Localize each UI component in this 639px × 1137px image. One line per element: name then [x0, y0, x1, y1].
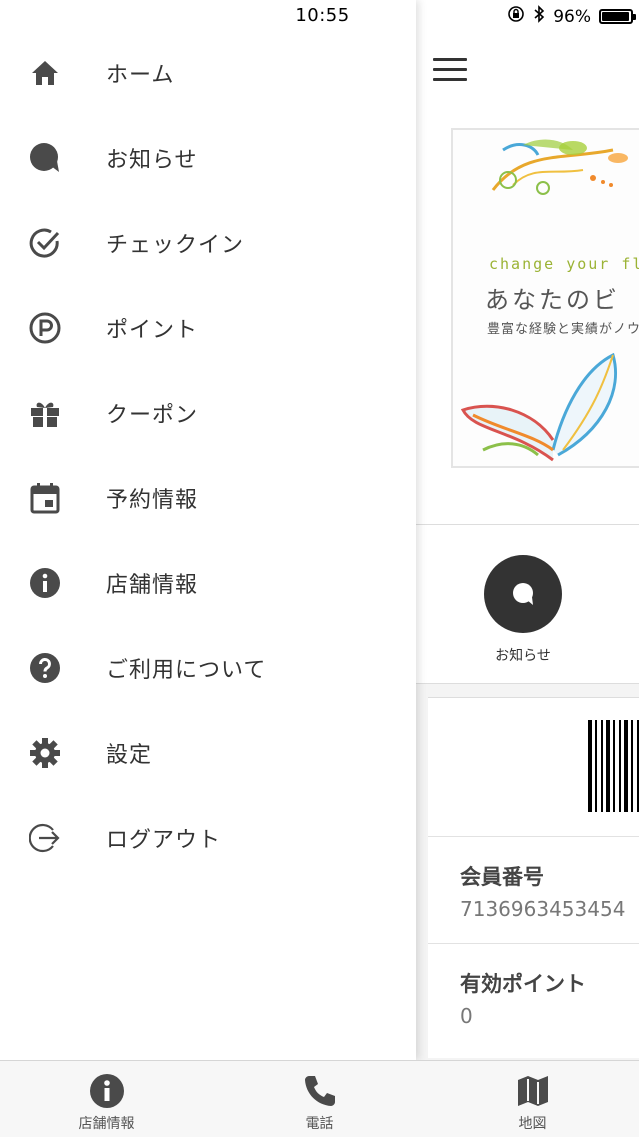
drawer-item-label: お知らせ: [106, 148, 198, 173]
points-label: 有効ポイント: [460, 972, 586, 996]
banner-subline: 豊富な経験と実績がノウ: [487, 322, 639, 337]
drawer-item-label: ご利用について: [106, 658, 267, 683]
battery-icon: [599, 9, 636, 24]
home-icon: [28, 56, 62, 90]
rotation-lock-icon: [507, 5, 525, 28]
info-icon: [89, 1073, 125, 1109]
point-p-icon: [28, 311, 62, 345]
drawer-item-label: ポイント: [106, 318, 199, 343]
tab-label: 地図: [518, 1116, 547, 1132]
drawer-item-reservation[interactable]: 予約情報: [0, 456, 416, 540]
bluetooth-icon: [533, 5, 545, 28]
drawer-item-label: 店舗情報: [106, 573, 199, 598]
help-icon: [28, 651, 62, 685]
drawer-item-points[interactable]: ポイント: [0, 286, 416, 370]
logout-icon: [28, 821, 62, 855]
promo-banner[interactable]: change your fla あなたのビ 豊富な経験と実績がノウ: [451, 128, 639, 468]
gear-icon: [28, 736, 62, 770]
navigation-drawer: ホーム お知らせ チェックイン ポイント クーポン 予約情報 店舗情報 ご利用に…: [0, 0, 416, 1060]
status-bar: 10:55 96%: [0, 0, 639, 34]
drawer-item-settings[interactable]: 設定: [0, 711, 416, 795]
gift-icon: [28, 396, 62, 430]
drawer-item-coupon[interactable]: クーポン: [0, 371, 416, 455]
check-circle-icon: [28, 226, 62, 260]
member-card: 会員番号 7136963453454 有効ポイント 0: [428, 697, 639, 1058]
map-icon: [515, 1073, 551, 1109]
drawer-item-label: ホーム: [106, 63, 175, 88]
barcode-area: [428, 698, 639, 837]
drawer-item-label: 予約情報: [106, 488, 199, 513]
quick-actions: お知らせ: [416, 525, 639, 684]
battery-percent: 96%: [553, 6, 591, 27]
drawer-item-logout[interactable]: ログアウト: [0, 796, 416, 880]
tab-store-info[interactable]: 店舗情報: [0, 1061, 213, 1137]
phone-icon: [302, 1073, 338, 1109]
quick-news-button[interactable]: [484, 555, 562, 633]
bottom-tab-bar: 店舗情報 電話 地図: [0, 1060, 639, 1137]
member-barcode: [588, 720, 639, 812]
banner-area: change your fla あなたのビ 豊富な経験と実績がノウ: [416, 110, 639, 525]
chat-bubble-icon: [28, 141, 62, 175]
points-block: 有効ポイント 0: [428, 944, 639, 1052]
drawer-item-label: ログアウト: [106, 828, 222, 853]
hamburger-menu-icon[interactable]: [433, 58, 467, 82]
drawer-item-store-info[interactable]: 店舗情報: [0, 541, 416, 625]
points-value: 0: [460, 1004, 473, 1028]
drawer-item-label: 設定: [106, 743, 153, 768]
tab-label: 電話: [305, 1116, 334, 1132]
member-number-value: 7136963453454: [460, 897, 626, 921]
chat-bubble-icon: [513, 583, 533, 605]
drawer-item-checkin[interactable]: チェックイン: [0, 201, 416, 285]
banner-headline: あなたのビ: [485, 286, 620, 314]
drawer-item-label: クーポン: [106, 403, 199, 428]
tab-map[interactable]: 地図: [426, 1061, 639, 1137]
tab-phone[interactable]: 電話: [213, 1061, 426, 1137]
drawer-item-help[interactable]: ご利用について: [0, 626, 416, 710]
member-number-label: 会員番号: [460, 865, 544, 889]
battery-fill: [602, 12, 629, 21]
info-icon: [28, 566, 62, 600]
calendar-icon: [28, 481, 62, 515]
quick-news-label: お知らせ: [495, 648, 551, 664]
member-number-block: 会員番号 7136963453454: [428, 837, 639, 944]
tab-label: 店舗情報: [78, 1116, 135, 1132]
drawer-item-home[interactable]: ホーム: [0, 31, 416, 115]
drawer-item-label: チェックイン: [106, 233, 245, 258]
drawer-item-news[interactable]: お知らせ: [0, 116, 416, 200]
banner-tagline: change your fla: [489, 255, 639, 273]
main-content: change your fla あなたのビ 豊富な経験と実績がノウ お知らせ 会…: [416, 0, 639, 1060]
status-indicators: 96%: [507, 5, 636, 28]
